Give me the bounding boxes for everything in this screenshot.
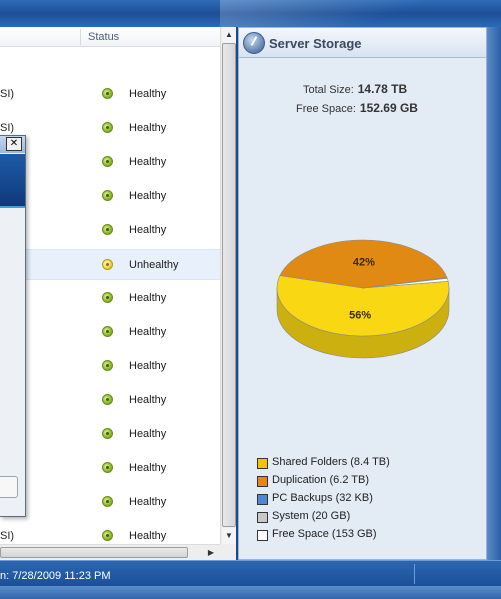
taskbar-glass xyxy=(0,586,501,599)
list-row[interactable]: Healthy xyxy=(0,385,220,416)
row-status: Healthy xyxy=(129,156,167,168)
list-row[interactable]: Healthy xyxy=(0,283,220,314)
close-icon[interactable]: ✕ xyxy=(6,137,22,151)
list-row[interactable]: SI) Healthy xyxy=(0,113,220,144)
dialog-window: ✕ xyxy=(0,135,26,517)
storage-pie-chart: 56% 42% xyxy=(276,239,450,359)
list-row[interactable]: Healthy xyxy=(0,351,220,382)
storage-header: Server Storage xyxy=(239,28,486,58)
legend-label: System (20 GB) xyxy=(272,510,351,522)
server-storage-panel: Server Storage Total Size: 14.78 TB Free … xyxy=(238,27,487,560)
legend-swatch xyxy=(257,476,268,487)
free-space-row: Free Space: 152.69 GB xyxy=(296,101,418,115)
legend-label: PC Backups (32 KB) xyxy=(272,492,373,504)
healthy-status-icon xyxy=(102,292,113,303)
healthy-status-icon xyxy=(102,156,113,167)
status-column-header[interactable]: Status xyxy=(88,31,119,43)
legend-swatch xyxy=(257,494,268,505)
legend-swatch xyxy=(257,530,268,541)
status-bar-segment: n: 7/28/2009 11:23 PM xyxy=(0,564,415,584)
list-row[interactable]: Healthy xyxy=(0,317,220,348)
healthy-status-icon xyxy=(102,530,113,541)
scroll-up-arrow-icon[interactable]: ▲ xyxy=(222,27,236,43)
free-space-value: 152.69 GB xyxy=(359,101,418,115)
row-name-fragment: SI) xyxy=(0,530,15,542)
row-name-fragment: SI) xyxy=(0,88,15,100)
healthy-status-icon xyxy=(102,496,113,507)
horizontal-scrollbar[interactable]: ▶ xyxy=(0,544,220,560)
healthy-status-icon xyxy=(102,462,113,473)
storage-title: Server Storage xyxy=(269,36,362,51)
list-row[interactable]: Unhealthy xyxy=(0,249,220,280)
computer-list-panel: Status SI) Healthy SI) Healthy Healthy Health… xyxy=(0,27,236,560)
total-size-label: Total Size: xyxy=(303,84,354,96)
row-status: Healthy xyxy=(129,122,167,134)
legend-label: Free Space (153 GB) xyxy=(272,528,377,540)
storage-gauge-icon xyxy=(243,32,265,54)
scroll-down-arrow-icon[interactable]: ▼ xyxy=(222,528,236,544)
list-row[interactable]: Healthy xyxy=(0,487,220,518)
row-status: Healthy xyxy=(129,326,167,338)
total-size-value: 14.78 TB xyxy=(357,82,408,96)
row-status: Healthy xyxy=(129,394,167,406)
healthy-status-icon xyxy=(102,88,113,99)
scrollbar-corner xyxy=(220,544,236,560)
total-size-row: Total Size: 14.78 TB xyxy=(303,82,407,96)
row-status: Healthy xyxy=(129,496,167,508)
row-name-fragment: SI) xyxy=(0,122,15,134)
healthy-status-icon xyxy=(102,428,113,439)
row-status: Healthy xyxy=(129,224,167,236)
list-header: Status xyxy=(0,27,220,47)
row-status: Unhealthy xyxy=(129,259,179,271)
pie-label-1: 42% xyxy=(353,257,375,269)
desktop-background xyxy=(487,27,501,560)
warning-status-icon xyxy=(102,259,113,270)
free-space-label: Free Space: xyxy=(296,103,356,115)
legend-swatch xyxy=(257,512,268,523)
vertical-scrollbar[interactable]: ▲ ▼ xyxy=(220,27,236,544)
row-status: Healthy xyxy=(129,292,167,304)
row-status: Healthy xyxy=(129,530,167,542)
column-separator[interactable] xyxy=(80,29,81,45)
row-status: Healthy xyxy=(129,428,167,440)
healthy-status-icon xyxy=(102,394,113,405)
list-row[interactable]: Healthy xyxy=(0,215,220,246)
list-row[interactable]: Healthy xyxy=(0,419,220,450)
healthy-status-icon xyxy=(102,360,113,371)
legend-label: Shared Folders (8.4 TB) xyxy=(272,456,390,468)
list-row[interactable]: SI) Healthy xyxy=(0,79,220,110)
legend-label: Duplication (6.2 TB) xyxy=(272,474,370,486)
list-row[interactable]: Healthy xyxy=(0,147,220,178)
healthy-status-icon xyxy=(102,190,113,201)
last-update-text: n: 7/28/2009 11:23 PM xyxy=(0,570,111,582)
list-row[interactable]: Healthy xyxy=(0,181,220,212)
dialog-banner xyxy=(0,154,25,208)
vertical-scroll-thumb[interactable] xyxy=(222,43,236,527)
legend-swatch xyxy=(257,458,268,469)
healthy-status-icon xyxy=(102,122,113,133)
dialog-title-bar[interactable]: ✕ xyxy=(0,136,25,153)
status-bar: n: 7/28/2009 11:23 PM xyxy=(0,560,501,586)
window-glass-frame xyxy=(0,0,501,27)
row-status: Healthy xyxy=(129,462,167,474)
list-row[interactable]: Healthy xyxy=(0,453,220,484)
row-status: Healthy xyxy=(129,88,167,100)
scroll-right-arrow-icon[interactable]: ▶ xyxy=(204,545,218,560)
pie-label-0: 56% xyxy=(349,309,371,321)
row-status: Healthy xyxy=(129,360,167,372)
healthy-status-icon xyxy=(102,224,113,235)
row-status: Healthy xyxy=(129,190,167,202)
healthy-status-icon xyxy=(102,326,113,337)
dialog-button[interactable] xyxy=(0,476,18,498)
horizontal-scroll-thumb[interactable] xyxy=(0,547,188,558)
